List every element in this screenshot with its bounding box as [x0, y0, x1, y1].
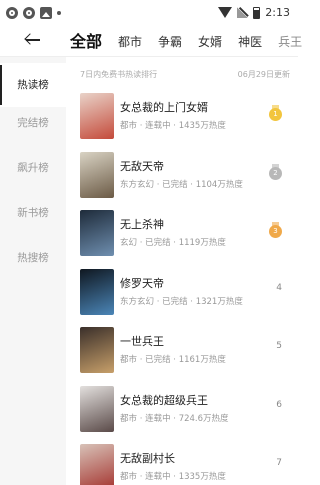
dot-icon [57, 11, 61, 15]
medal-rank-number: 3 [269, 225, 282, 238]
book-list-item[interactable]: 无上杀神玄幻 · 已完结 · 1119万热度 3 [80, 210, 292, 260]
rank-number: 5 [276, 341, 282, 351]
update-date: 06月29日更新 [237, 70, 290, 79]
sidebar-item-rising[interactable]: 飙升榜 [0, 154, 66, 182]
book-title: 修罗天帝 [120, 277, 164, 290]
tab-doctor[interactable]: 神医 [230, 33, 270, 56]
medal-rank-number: 1 [269, 108, 282, 121]
book-meta: 都市 · 连载中 · 724.6万热度 [120, 414, 229, 424]
battery-icon [253, 6, 261, 19]
rank-medal-icon: 3 [268, 222, 284, 240]
rank-number: 4 [276, 283, 282, 293]
book-title: 女总裁的超级兵王 [120, 394, 208, 407]
notification-icon [23, 7, 35, 19]
rank-medal-icon: 1 [268, 105, 284, 123]
ranking-sidebar: 热读榜 完结榜 飙升榜 新书榜 热搜榜 [0, 57, 66, 485]
book-cover-image[interactable] [80, 210, 114, 256]
book-meta: 东方玄幻 · 已完结 · 1104万热度 [120, 180, 243, 190]
book-cover-image[interactable] [80, 386, 114, 432]
book-list-item[interactable]: 一世兵王都市 · 已完结 · 1161万热度 5 [80, 327, 292, 377]
sidebar-item-new-books[interactable]: 新书榜 [0, 199, 66, 227]
book-title: 一世兵王 [120, 335, 164, 348]
notification-icon [6, 7, 18, 19]
category-header: 全部 都市 争霸 女婿 神医 兵王 [0, 26, 302, 56]
tab-son-in-law[interactable]: 女婿 [190, 33, 230, 56]
sidebar-item-hot-search[interactable]: 热搜榜 [0, 244, 66, 272]
book-title: 无敌天帝 [120, 160, 164, 173]
signal-icon [237, 7, 249, 18]
tab-urban[interactable]: 都市 [110, 33, 150, 56]
book-list-item[interactable]: 无敌天帝东方玄幻 · 已完结 · 1104万热度 2 [80, 152, 292, 202]
status-right: 2:13 [218, 6, 290, 19]
book-title: 无敌副村长 [120, 452, 175, 465]
sidebar-item-completed[interactable]: 完结榜 [0, 109, 66, 137]
book-meta: 都市 · 连载中 · 1435万热度 [120, 121, 226, 131]
list-description: 7日内免费书热读排行 [80, 70, 158, 79]
back-arrow-icon[interactable] [24, 32, 42, 48]
tab-hegemony[interactable]: 争霸 [150, 33, 190, 56]
rank-medal-icon: 2 [268, 164, 284, 182]
book-list-item[interactable]: 无敌副村长都市 · 连载中 · 1335万热度 7 [80, 444, 292, 485]
book-title: 无上杀神 [120, 218, 164, 231]
status-bar: 2:13 [0, 0, 298, 26]
book-cover-image[interactable] [80, 269, 114, 315]
status-left-icons [6, 7, 61, 19]
tab-soldier-king[interactable]: 兵王 [270, 33, 310, 56]
status-time: 2:13 [265, 6, 290, 19]
book-cover-image[interactable] [80, 93, 114, 139]
book-cover-image[interactable] [80, 327, 114, 373]
book-title: 女总裁的上门女婿 [120, 101, 208, 114]
book-meta: 都市 · 连载中 · 1335万热度 [120, 472, 226, 482]
image-icon [40, 7, 52, 19]
ranking-content: 7日内免费书热读排行 06月29日更新 女总裁的上门女婿都市 · 连载中 · 1… [66, 57, 298, 485]
sidebar-item-hot-read[interactable]: 热读榜 [0, 65, 66, 105]
category-tabs: 全部 都市 争霸 女婿 神医 兵王 [62, 26, 310, 56]
book-meta: 东方玄幻 · 已完结 · 1321万热度 [120, 297, 243, 307]
book-cover-image[interactable] [80, 152, 114, 198]
book-meta: 都市 · 已完结 · 1161万热度 [120, 355, 226, 365]
book-cover-image[interactable] [80, 444, 114, 485]
tab-all[interactable]: 全部 [62, 28, 110, 56]
rank-number: 7 [276, 458, 282, 468]
book-meta: 玄幻 · 已完结 · 1119万热度 [120, 238, 226, 248]
book-list-item[interactable]: 修罗天帝东方玄幻 · 已完结 · 1321万热度 4 [80, 269, 292, 319]
book-list-item[interactable]: 女总裁的上门女婿都市 · 连载中 · 1435万热度 1 [80, 93, 292, 143]
book-list-item[interactable]: 女总裁的超级兵王都市 · 连载中 · 724.6万热度 6 [80, 386, 292, 436]
wifi-icon [218, 7, 233, 18]
medal-rank-number: 2 [269, 167, 282, 180]
rank-number: 6 [276, 400, 282, 410]
